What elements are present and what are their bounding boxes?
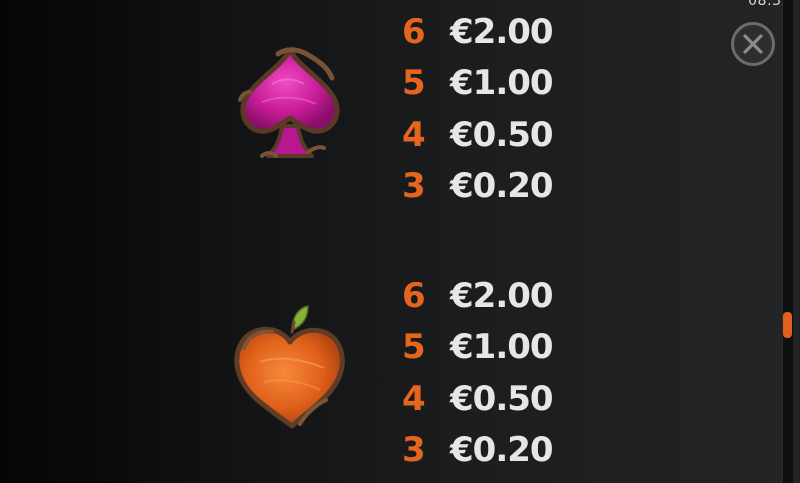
payout-amount: €0.20 — [450, 430, 554, 471]
pay-row: 5 €1.00 — [402, 58, 582, 110]
payout-amount: €2.00 — [450, 11, 554, 52]
payout-amount: €0.20 — [450, 166, 554, 207]
symbol-count: 5 — [402, 327, 426, 368]
close-button[interactable] — [731, 22, 775, 66]
pay-row: 3 €0.20 — [402, 425, 582, 477]
symbol-count: 4 — [402, 378, 426, 419]
pay-row: 6 €2.00 — [402, 270, 582, 322]
paytable-heart: 6 €2.00 5 €1.00 4 €0.50 3 €0.20 — [402, 270, 582, 476]
pay-row: 4 €0.50 — [402, 373, 582, 425]
symbol-count: 3 — [402, 430, 426, 471]
payout-amount: €2.00 — [450, 275, 554, 316]
payout-amount: €0.50 — [450, 378, 554, 419]
payout-amount: €1.00 — [450, 327, 554, 368]
close-icon — [743, 34, 763, 54]
payout-amount: €0.50 — [450, 114, 554, 155]
payout-amount: €1.00 — [450, 63, 554, 104]
symbol-count: 6 — [402, 11, 426, 52]
symbol-count: 6 — [402, 275, 426, 316]
orange-heart-icon — [230, 302, 350, 430]
paytable-spade: 6 €2.00 5 €1.00 4 €0.50 3 €0.20 — [402, 6, 582, 212]
pay-row: 3 €0.20 — [402, 161, 582, 213]
symbol-count: 4 — [402, 114, 426, 155]
scrollbar-thumb[interactable] — [783, 312, 792, 338]
pink-spade-icon — [232, 44, 348, 168]
pay-row: 6 €2.00 — [402, 6, 582, 58]
symbol-count: 5 — [402, 63, 426, 104]
scrollbar-track[interactable] — [782, 0, 793, 483]
pay-row: 5 €1.00 — [402, 322, 582, 374]
pay-row: 4 €0.50 — [402, 109, 582, 161]
symbol-count: 3 — [402, 166, 426, 207]
